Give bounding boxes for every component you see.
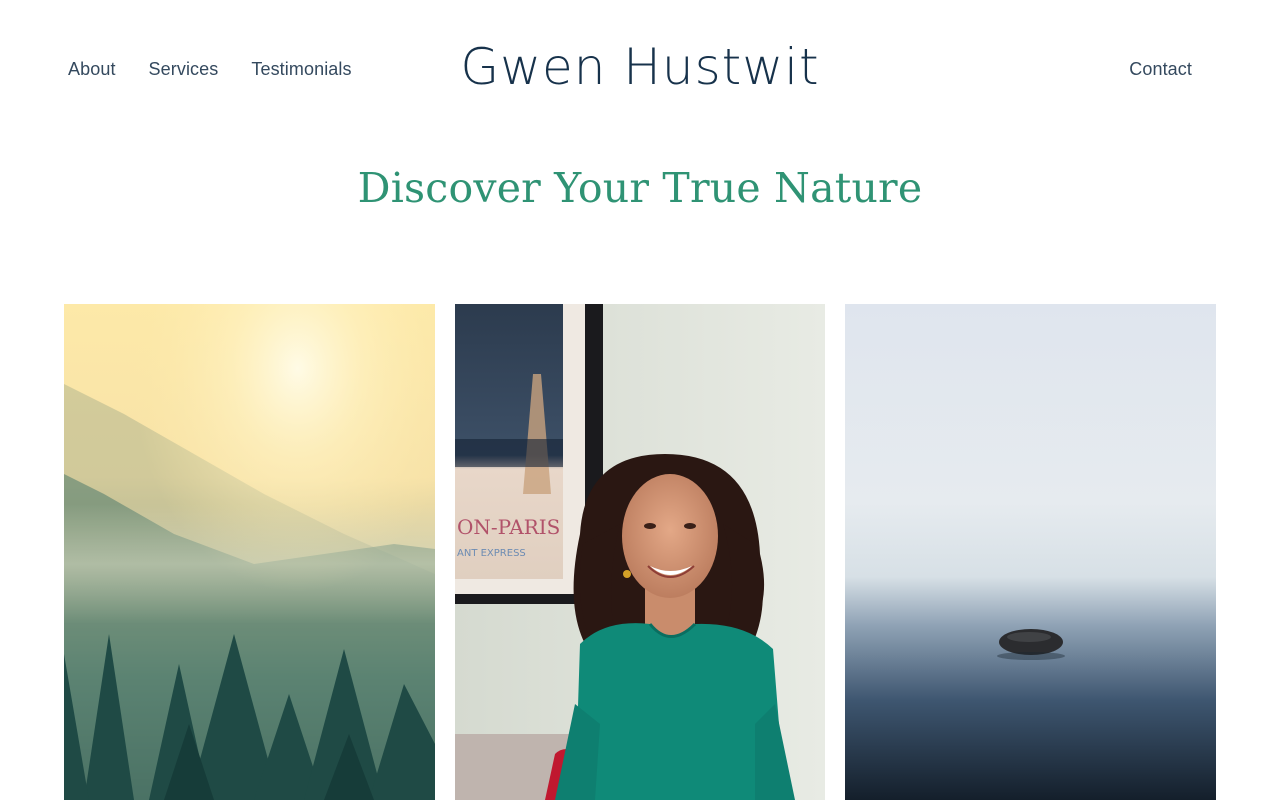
site-logo[interactable]: Gwen Hustwit <box>0 38 1280 96</box>
poster-title-text: ON-PARIS <box>457 515 560 539</box>
image-gallery: ON-PARIS ANT EXPRESS <box>64 304 1216 800</box>
poster-subtitle-text: ANT EXPRESS <box>457 548 526 559</box>
forest-image <box>64 304 435 800</box>
lake-image <box>845 304 1216 800</box>
secondary-nav: Contact <box>1129 59 1192 80</box>
hero-title: Discover Your True Nature <box>357 164 923 212</box>
site-header: About Services Testimonials Gwen Hustwit… <box>0 0 1280 140</box>
portrait-image: ON-PARIS ANT EXPRESS <box>455 304 825 800</box>
nav-link-contact[interactable]: Contact <box>1129 59 1192 79</box>
logo-text[interactable]: Gwen Hustwit <box>460 38 819 96</box>
